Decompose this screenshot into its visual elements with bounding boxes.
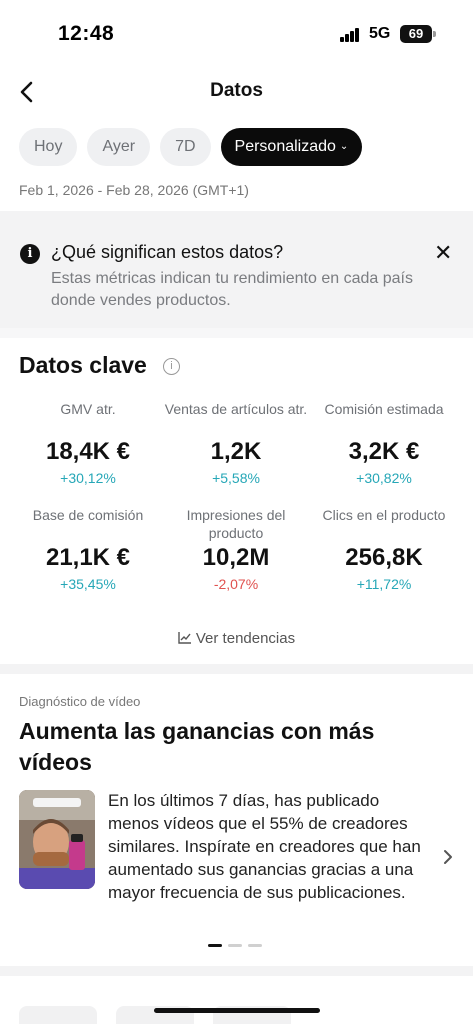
chip-today[interactable]: Hoy [19, 128, 78, 166]
metric-label: Base de comisión [32, 507, 144, 523]
info-icon: i [20, 244, 40, 264]
metric-change: +11,72% [356, 576, 412, 592]
metric-change: +30,12% [60, 470, 116, 486]
chip-custom-label: Personalizado [234, 138, 336, 155]
metric-change: +30,82% [356, 470, 412, 486]
view-trends-label: Ver tendencias [195, 630, 296, 647]
metric-product-clicks[interactable]: Clics en el producto 256,8K +11,72% [309, 506, 459, 592]
metric-value: 18,4K € [45, 438, 131, 465]
divider [0, 328, 473, 338]
help-icon[interactable]: i [163, 358, 180, 375]
metric-gmv[interactable]: GMV atr. 18,4K € +30,12% [13, 400, 163, 486]
metric-value: 21,1K € [45, 544, 131, 571]
carousel-dot[interactable] [228, 944, 242, 947]
carousel-dot[interactable] [248, 944, 262, 947]
metric-change: -2,07% [213, 576, 259, 592]
creator-thumbnail-image [19, 790, 95, 889]
banner-title: ¿Qué significan estos datos? [51, 242, 284, 262]
diagnostic-text: En los últimos 7 días, has publicado men… [108, 791, 421, 902]
metric-change: +5,58% [212, 470, 260, 486]
close-icon[interactable]: ✕ [434, 242, 452, 264]
metric-value: 1,2K [210, 438, 262, 465]
chip-custom[interactable]: Personalizado ⌄ [220, 128, 363, 166]
metric-label: Impresiones del producto [186, 507, 286, 541]
network-type: 5G [369, 25, 391, 42]
metric-value: 256,8K [345, 544, 423, 571]
status-bar: 12:48 5G 69 [0, 0, 473, 60]
metric-label: Clics en el producto [322, 507, 446, 523]
home-indicator [154, 1008, 320, 1013]
carousel-dots [208, 944, 262, 947]
metric-estimated-commission[interactable]: Comisión estimada 3,2K € +30,82% [309, 400, 459, 486]
bottom-card[interactable] [19, 1006, 97, 1024]
metric-label: Ventas de artículos atr. [164, 401, 308, 417]
metric-items-sold[interactable]: Ventas de artículos atr. 1,2K +5,58% [161, 400, 311, 486]
trend-chart-icon [178, 632, 191, 644]
date-range: Feb 1, 2026 - Feb 28, 2026 (GMT+1) [19, 182, 249, 198]
divider [0, 966, 473, 976]
metric-value: 10,2M [202, 544, 270, 571]
metric-label: Comisión estimada [324, 401, 444, 417]
chip-7d[interactable]: 7D [160, 128, 211, 166]
metric-value: 3,2K € [348, 438, 420, 465]
video-thumbnail[interactable] [19, 790, 95, 889]
banner-text: Estas métricas indican tu rendimiento en… [51, 270, 413, 309]
metric-change: +35,45% [60, 576, 116, 592]
page-title: Datos [210, 80, 263, 101]
info-banner: i ¿Qué significan estos datos? Estas mét… [0, 222, 473, 328]
status-time: 12:48 [58, 22, 115, 45]
divider [0, 664, 473, 674]
chevron-down-icon: ⌄ [339, 141, 349, 152]
metric-commission-base[interactable]: Base de comisión 21,1K € +35,45% [13, 506, 163, 592]
view-trends-link[interactable]: Ver tendencias [0, 630, 473, 647]
metric-label: GMV atr. [60, 401, 116, 417]
signal-icon [340, 28, 360, 42]
chip-yesterday[interactable]: Ayer [87, 128, 151, 166]
date-filter-chips: Hoy Ayer 7D Personalizado ⌄ [19, 128, 363, 166]
diagnostic-label: Diagnóstico de vídeo [19, 694, 141, 709]
divider [0, 211, 473, 222]
metric-product-impressions[interactable]: Impresiones del producto 10,2M -2,07% [161, 506, 311, 592]
section-title-key-data: Datos clave [19, 352, 147, 378]
header: Datos [0, 72, 473, 112]
battery-icon: 69 [400, 25, 432, 43]
chevron-right-icon[interactable] [441, 846, 455, 868]
battery-tip [433, 31, 436, 37]
carousel-dot[interactable] [208, 944, 222, 947]
diagnostic-title: Aumenta las ganancias con más vídeos [19, 718, 375, 775]
